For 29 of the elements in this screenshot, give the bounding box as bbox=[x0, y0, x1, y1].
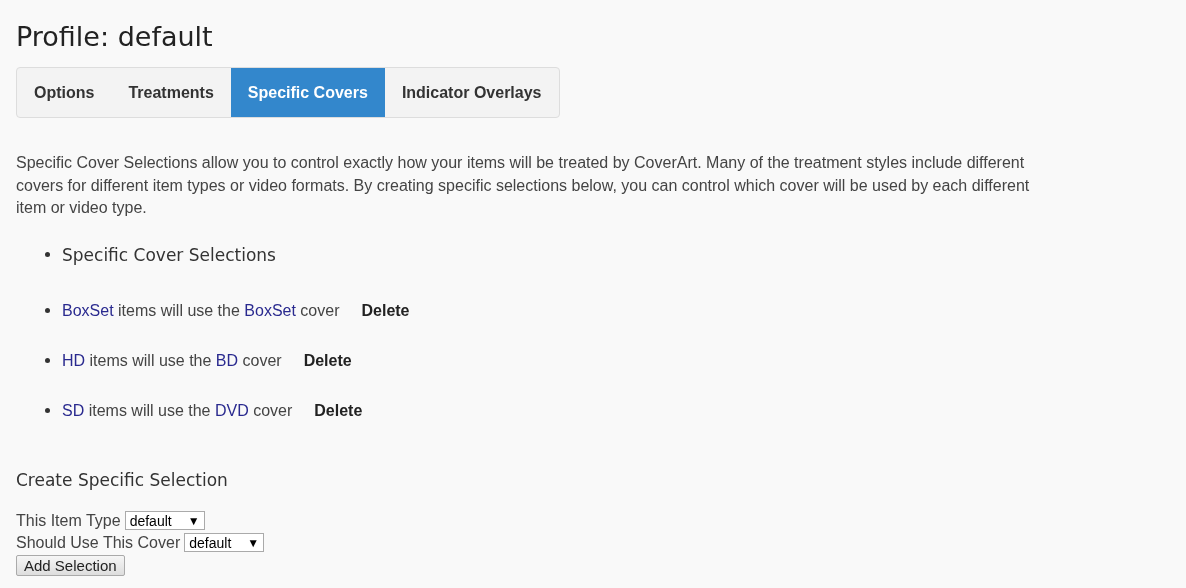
delete-button[interactable]: Delete bbox=[306, 397, 371, 424]
tab[interactable]: Specific Covers bbox=[230, 68, 385, 117]
delete-button[interactable]: Delete bbox=[295, 347, 360, 374]
selection-rule: BoxSet items will use the BoxSet cover bbox=[62, 301, 340, 320]
add-selection-button[interactable]: Add Selection bbox=[16, 554, 125, 576]
bullet-icon bbox=[45, 358, 50, 363]
tab[interactable]: Options bbox=[17, 68, 112, 117]
bullet-icon bbox=[45, 408, 50, 413]
cover-link[interactable]: BD bbox=[215, 351, 239, 369]
field-label: Should Use This Cover bbox=[16, 533, 181, 552]
item-type-link[interactable]: SD bbox=[62, 401, 85, 419]
tab[interactable]: Treatments bbox=[111, 68, 231, 117]
item-type-link[interactable]: HD bbox=[62, 351, 86, 369]
page-title: Profile: default bbox=[16, 20, 214, 54]
field-label: This Item Type bbox=[16, 511, 121, 530]
tab[interactable]: Indicator Overlays bbox=[384, 68, 559, 117]
selection-rule: HD items will use the BD cover bbox=[62, 351, 282, 370]
bullet-icon bbox=[45, 308, 50, 313]
delete-button[interactable]: Delete bbox=[353, 297, 418, 324]
dropdown[interactable]: default ▼ bbox=[124, 511, 205, 530]
description: Specific Cover Selections allow you to control exactly how your items will be treated by CoverArt. Many of the treatment styles include different covers for different item types or video formats. By creating specific selections below, you can control which cover will be used by each different item or video type. bbox=[16, 153, 1031, 218]
selection-rule: SD items will use the DVD cover bbox=[62, 401, 293, 420]
dropdown[interactable]: default ▼ bbox=[184, 533, 265, 552]
cover-link[interactable]: BoxSet bbox=[244, 301, 296, 319]
section-heading: Specific Cover Selections bbox=[62, 244, 276, 265]
item-type-link[interactable]: BoxSet bbox=[62, 301, 114, 319]
bullet-icon bbox=[45, 252, 50, 257]
section-heading: Create Specific Selection bbox=[16, 469, 229, 490]
cover-link[interactable]: DVD bbox=[214, 401, 249, 419]
